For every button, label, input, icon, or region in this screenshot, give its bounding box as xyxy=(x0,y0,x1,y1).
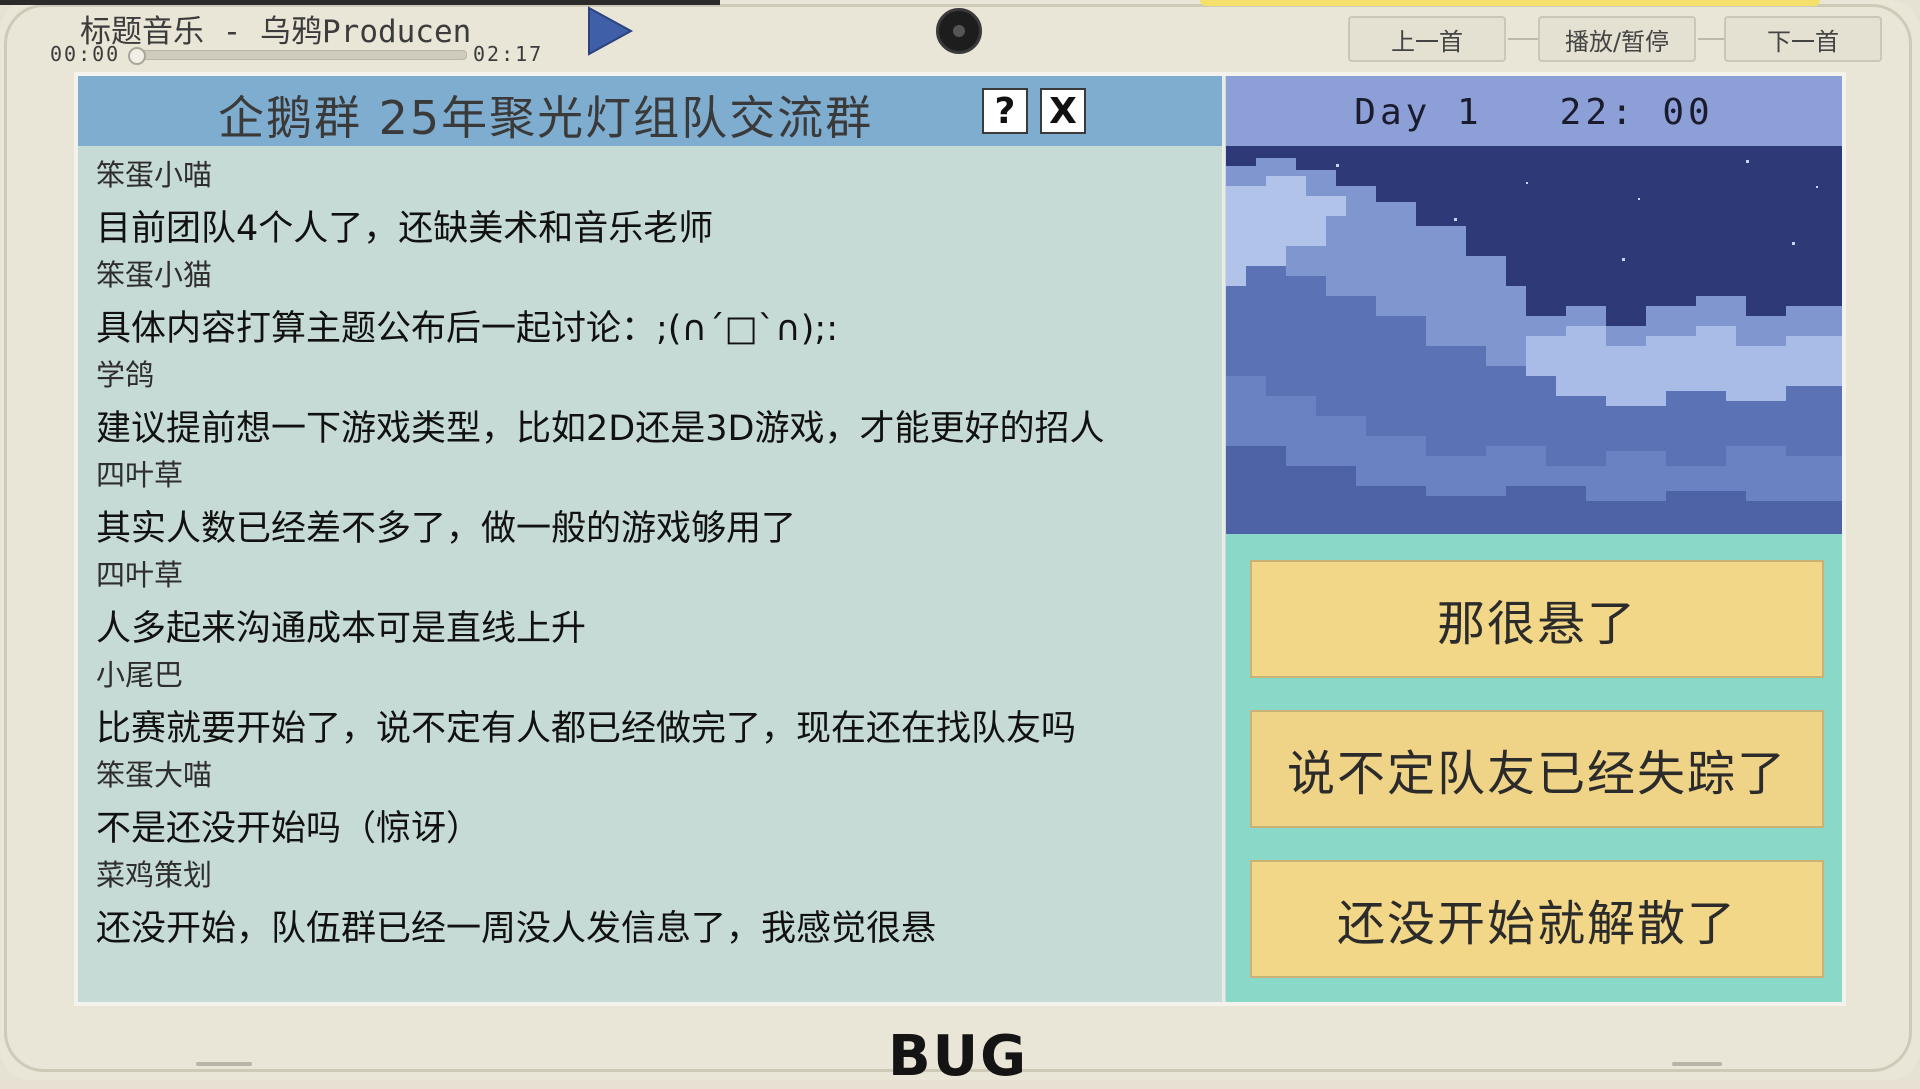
message-text: 人多起来沟通成本可是直线上升 xyxy=(96,609,587,649)
top-edge-strip xyxy=(0,0,720,5)
message-text: 还没开始，队伍群已经一周没人发信息了，我感觉很悬 xyxy=(96,909,937,949)
message-text: 具体内容打算主题公布后一起讨论：;(∩´□`∩);: xyxy=(96,309,838,349)
question-icon: ? xyxy=(994,90,1016,132)
help-button[interactable]: ? xyxy=(982,88,1028,134)
chat-header: 企鹅群 25年聚光灯组队交流群 ? X xyxy=(78,76,1223,146)
night-sky-image xyxy=(1226,146,1842,534)
webcam-icon xyxy=(936,8,982,54)
choice-button[interactable]: 那很悬了 xyxy=(1250,560,1824,678)
message-sender: 笨蛋大喵 xyxy=(96,758,213,792)
top-accent-strip xyxy=(1200,0,1820,6)
message-text: 比赛就要开始了，说不定有人都已经做完了，现在还在找队友吗 xyxy=(96,709,1077,749)
chat-message: 四叶草 人多起来沟通成本可是直线上升 xyxy=(96,552,586,651)
close-button[interactable]: X xyxy=(1040,88,1086,134)
day-time-bar: Day 1 22: 00 xyxy=(1226,76,1842,146)
message-sender: 笨蛋小猫 xyxy=(96,258,213,292)
message-text: 其实人数已经差不多了，做一般的游戏够用了 xyxy=(96,509,797,549)
chat-message: 学鸽 建议提前想一下游戏类型，比如2D还是3D游戏，才能更好的招人 xyxy=(96,352,1104,451)
chat-message-list[interactable]: 笨蛋小喵 目前团队4个人了，还缺美术和音乐老师 笨蛋小猫 具体内容打算主题公布后… xyxy=(78,146,1223,1002)
media-connector xyxy=(1698,38,1724,40)
choice-button[interactable]: 说不定队友已经失踪了 xyxy=(1250,710,1824,828)
message-text: 不是还没开始吗（惊讶） xyxy=(96,809,482,849)
music-progress-knob[interactable] xyxy=(128,47,146,65)
music-progress-bar[interactable] xyxy=(128,47,467,65)
dialogue-choice-area: 那很悬了 说不定队友已经失踪了 还没开始就解散了 xyxy=(1226,534,1842,1002)
chat-title: 企鹅群 25年聚光灯组队交流群 xyxy=(218,91,874,145)
panel-divider xyxy=(1222,76,1225,1002)
message-text: 目前团队4个人了，还缺美术和音乐老师 xyxy=(96,209,714,249)
play-icon[interactable] xyxy=(585,6,635,56)
music-track-title: 标题音乐 - 乌鸦Producen xyxy=(80,14,472,50)
play-pause-button[interactable]: 播放/暂停 xyxy=(1538,16,1696,62)
message-sender: 菜鸡策划 xyxy=(96,858,213,892)
choice-button[interactable]: 还没开始就解散了 xyxy=(1250,860,1824,978)
message-text: 建议提前想一下游戏类型，比如2D还是3D游戏，才能更好的招人 xyxy=(96,409,1105,449)
chat-message: 笨蛋小喵 目前团队4个人了，还缺美术和音乐老师 xyxy=(96,152,713,251)
frame-foot-detail xyxy=(1672,1062,1722,1066)
previous-track-button[interactable]: 上一首 xyxy=(1348,16,1506,62)
night-sky-illustration xyxy=(1226,146,1842,534)
day-time-label: Day 1 22: 00 xyxy=(1354,92,1714,133)
brand-logo: BUG xyxy=(888,1024,1029,1089)
message-sender: 四叶草 xyxy=(96,458,184,492)
chat-message: 四叶草 其实人数已经差不多了，做一般的游戏够用了 xyxy=(96,452,796,551)
message-sender: 四叶草 xyxy=(96,558,184,592)
chat-message: 笨蛋大喵 不是还没开始吗（惊讶） xyxy=(96,752,481,851)
message-sender: 笨蛋小喵 xyxy=(96,158,213,192)
message-sender: 学鸽 xyxy=(96,358,155,392)
media-connector xyxy=(1508,38,1538,40)
next-track-button[interactable]: 下一首 xyxy=(1724,16,1882,62)
frame-foot-detail xyxy=(196,1062,252,1066)
time-total: 02:17 xyxy=(473,42,544,66)
close-icon: X xyxy=(1049,90,1077,132)
chat-message: 笨蛋小猫 具体内容打算主题公布后一起讨论：;(∩´□`∩);: xyxy=(96,252,838,351)
time-elapsed: 00:00 xyxy=(50,42,121,66)
chat-message: 菜鸡策划 还没开始，队伍群已经一周没人发信息了，我感觉很悬 xyxy=(96,852,936,951)
message-sender: 小尾巴 xyxy=(96,658,184,692)
chat-message: 小尾巴 比赛就要开始了，说不定有人都已经做完了，现在还在找队友吗 xyxy=(96,652,1076,751)
